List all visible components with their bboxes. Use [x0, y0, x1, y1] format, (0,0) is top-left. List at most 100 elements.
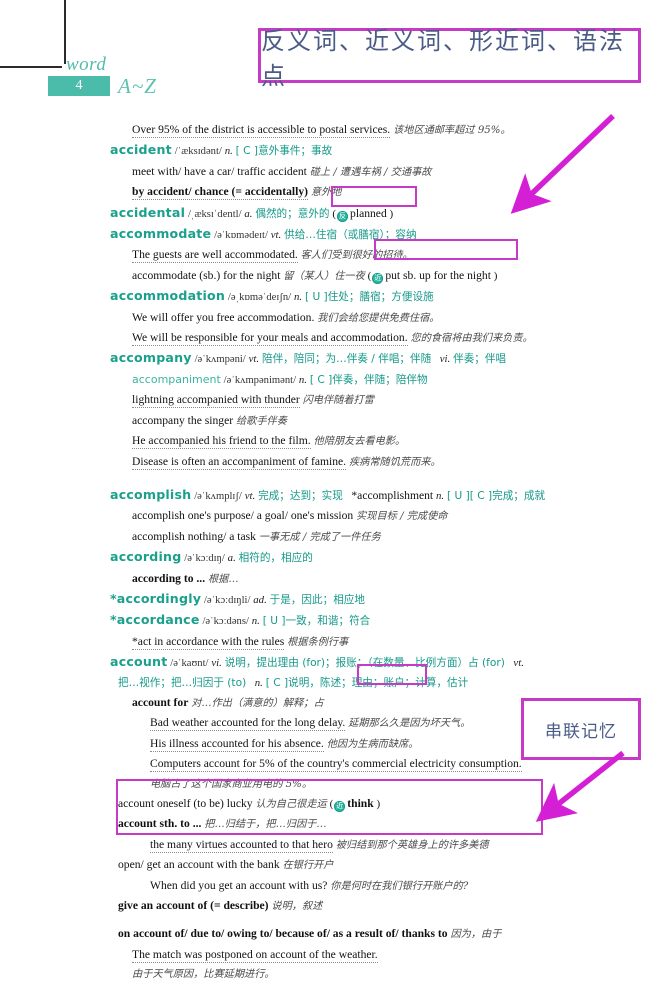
example-en: Disease is often an accompaniment of fam…: [132, 454, 347, 470]
example-line: *act in accordance with the rules 根据条例行事: [110, 632, 580, 652]
example-line: Disease is often an accompaniment of fam…: [110, 452, 580, 472]
phrase-line-on-account-of: on account of/ due to/ owing to/ because…: [110, 924, 580, 944]
definition-cn: [ U ]住处；膳宿；方便设施: [304, 291, 434, 304]
definition-cn: 陪伴，陪同；为…伴奏 / 伴唱；伴随: [261, 353, 432, 366]
example-line: accomplish nothing/ a task 一事无成 / 完成了一件任…: [110, 527, 580, 547]
example-cn: 疾病常随饥荒而来。: [348, 456, 441, 468]
antonym-word: planned: [350, 206, 387, 220]
phonetic: /əˈkaʊnt/: [170, 658, 209, 670]
phonetic: /ˌæksɪˈdentl/: [187, 208, 242, 220]
phrase-line: open/ get an account with the bank 在银行开户: [110, 855, 580, 875]
example-line-cn: 由于天气原因，比赛延期进行。: [110, 965, 580, 984]
phonetic: /ˈæksɪdənt/: [174, 146, 222, 158]
phrase-cn: 在银行开户: [282, 860, 334, 872]
example-en: according to ...: [132, 571, 206, 585]
headword: according: [110, 549, 182, 565]
definition-cn: [ C ]意外事件；事故: [235, 145, 333, 158]
phrase-en: account for: [132, 695, 189, 709]
headword: accommodation: [110, 288, 226, 304]
definition-cn: 偶然的；意外的: [255, 207, 330, 220]
example-line: Bad weather accounted for the long delay…: [110, 713, 580, 733]
phonetic: /əˈkɔːdɪŋli/: [203, 594, 251, 606]
phonetic: /əˈkɔːdɪŋ/: [184, 553, 225, 565]
sub-entry-accompaniment: accompaniment /əˈkʌmpənimənt/ n. [ C ]伴奏…: [110, 370, 580, 390]
part-of-speech: vt.: [270, 229, 282, 242]
definition-cn: [ C ]伴奏，伴随；陪伴物: [309, 373, 428, 386]
example-en: The match was postponed on account of th…: [132, 947, 378, 963]
entry-accompany: accompany /əˈkʌmpəni/ vt. 陪伴，陪同；为…伴奏 / 伴…: [110, 348, 580, 369]
example-en: accommodate (sb.) for the night: [132, 268, 281, 282]
part-of-speech: n.: [254, 676, 263, 689]
antonym-group: (反 planned ): [332, 206, 394, 222]
part-of-speech: n.: [436, 489, 445, 502]
definition-cn: 完成；达到；实现: [258, 489, 343, 502]
example-cn: 他陪朋友去看电影。: [313, 436, 406, 448]
definition-cn: 把…视作；把…归因于 (to): [118, 676, 247, 689]
example-cn: 碰上 / 遭遇车祸 / 交通事故: [309, 166, 432, 178]
synonym-badge-icon: 近: [372, 272, 384, 284]
phonetic: /əˈkʌmpənimənt/: [223, 374, 297, 386]
phonetic: /əˈkɒmədeɪt/: [214, 230, 268, 242]
phonetic: /əˈkʌmpəni/: [194, 354, 246, 366]
definition-cn: [ U ][ C ]完成；成就: [446, 489, 546, 502]
highlight-synonym-think: [357, 664, 427, 685]
part-of-speech: vi.: [439, 353, 451, 366]
entry-accommodation: accommodation /əˌkɒməˈdeɪʃn/ n. [ U ]住处；…: [110, 286, 580, 307]
example-cn: 被归结到那个英雄身上的许多美德: [335, 839, 489, 851]
page-header: word 4 A~Z: [48, 54, 248, 106]
example-en: by accident/ chance (= accidentally): [132, 185, 308, 201]
headword: accommodate: [110, 226, 212, 242]
annotation-box-word-relations: 反义词、近义词、形近词、语法点: [258, 27, 641, 90]
part-of-speech: vt.: [513, 657, 524, 670]
example-en: Bad weather accounted for the long delay…: [150, 716, 346, 732]
example-cn: 实现目标 / 完成使命: [356, 511, 448, 523]
line-intro: Over 95% of the district is accessible t…: [110, 120, 580, 140]
part-of-speech: n.: [251, 615, 260, 628]
entry-account: account /əˈkaʊnt/ vi. 说明，提出理由 (for)；报账；（…: [110, 652, 580, 673]
example-cn: 我们会给您提供免费住宿。: [317, 312, 440, 324]
example-cn: 留（某人）住一夜: [283, 270, 365, 282]
dictionary-page: word 4 A~Z Over 95% of the district is a…: [0, 0, 671, 980]
example-line: meet with/ have a car/ traffic accident …: [110, 162, 580, 182]
synonym-group: (近 put sb. up for the night ): [367, 268, 498, 284]
example-en: We will offer you free accommodation.: [132, 310, 315, 324]
example-en: He accompanied his friend to the film.: [132, 434, 311, 450]
entry-according: according /əˈkɔːdɪŋ/ a. 相符的，相应的: [110, 547, 580, 568]
example-cn: 根据条例行事: [287, 636, 349, 648]
headword: accident: [110, 142, 172, 158]
headword: *accordingly: [110, 590, 202, 606]
entry-accident: accident /ˈæksɪdənt/ n. [ C ]意外事件；事故: [110, 140, 580, 161]
example-line: He accompanied his friend to the film. 他…: [110, 431, 580, 451]
definition-cn: 伴奏；伴唱: [453, 353, 507, 366]
part-of-speech: n.: [298, 373, 308, 386]
definition-continued: 把…视作；把…归因于 (to) n. [ C ]说明，陈述；理由；账户；计算，估…: [110, 674, 580, 693]
example-line: according to ... 根据…: [110, 569, 580, 589]
part-of-speech: a.: [244, 207, 253, 220]
phrase-en: give an account of (= describe): [118, 899, 269, 913]
entry-accordance: *accordance /əˈkɔːdəns/ n. [ U ]一致，和谐；符合: [110, 610, 580, 631]
example-line: The match was postponed on account of th…: [110, 945, 580, 965]
example-line: We will be responsible for your meals an…: [110, 328, 580, 348]
synonym-phrase: put sb. up for the night: [385, 268, 491, 282]
example-en: accompany the singer: [132, 413, 234, 427]
highlight-antonym-planned: [331, 186, 417, 207]
example-en: accomplish nothing/ a task: [132, 529, 256, 543]
headword: accidental: [110, 204, 186, 220]
phrase-line: give an account of (= describe) 说明，叙述: [110, 896, 580, 916]
example-line: Computers account for 5% of the country'…: [110, 754, 580, 774]
definition-cn: 于是，因此；相应地: [269, 593, 365, 606]
example-en: We will be responsible for your meals an…: [132, 331, 408, 347]
part-of-speech: n.: [224, 145, 233, 158]
example-line: the many virtues accounted to that hero …: [110, 835, 580, 855]
example-line: lightning accompanied with thunder 闪电伴随着…: [110, 390, 580, 410]
example-en: Computers account for 5% of the country'…: [150, 757, 522, 773]
example-line: His illness accounted for his absence. 他…: [110, 734, 580, 754]
example-en: When did you get an account with us?: [150, 878, 328, 892]
headword: accomplish: [110, 486, 192, 502]
intro-sentence: Over 95% of the district is accessible t…: [132, 123, 391, 138]
example-cn: 根据…: [207, 573, 239, 585]
phrase-cn: 对…作出（满意的）解释；占: [191, 697, 324, 709]
example-en: the many virtues accounted to that hero: [150, 837, 333, 853]
part-of-speech: vi.: [211, 657, 222, 670]
definition-cn: 相符的，相应的: [238, 552, 313, 565]
